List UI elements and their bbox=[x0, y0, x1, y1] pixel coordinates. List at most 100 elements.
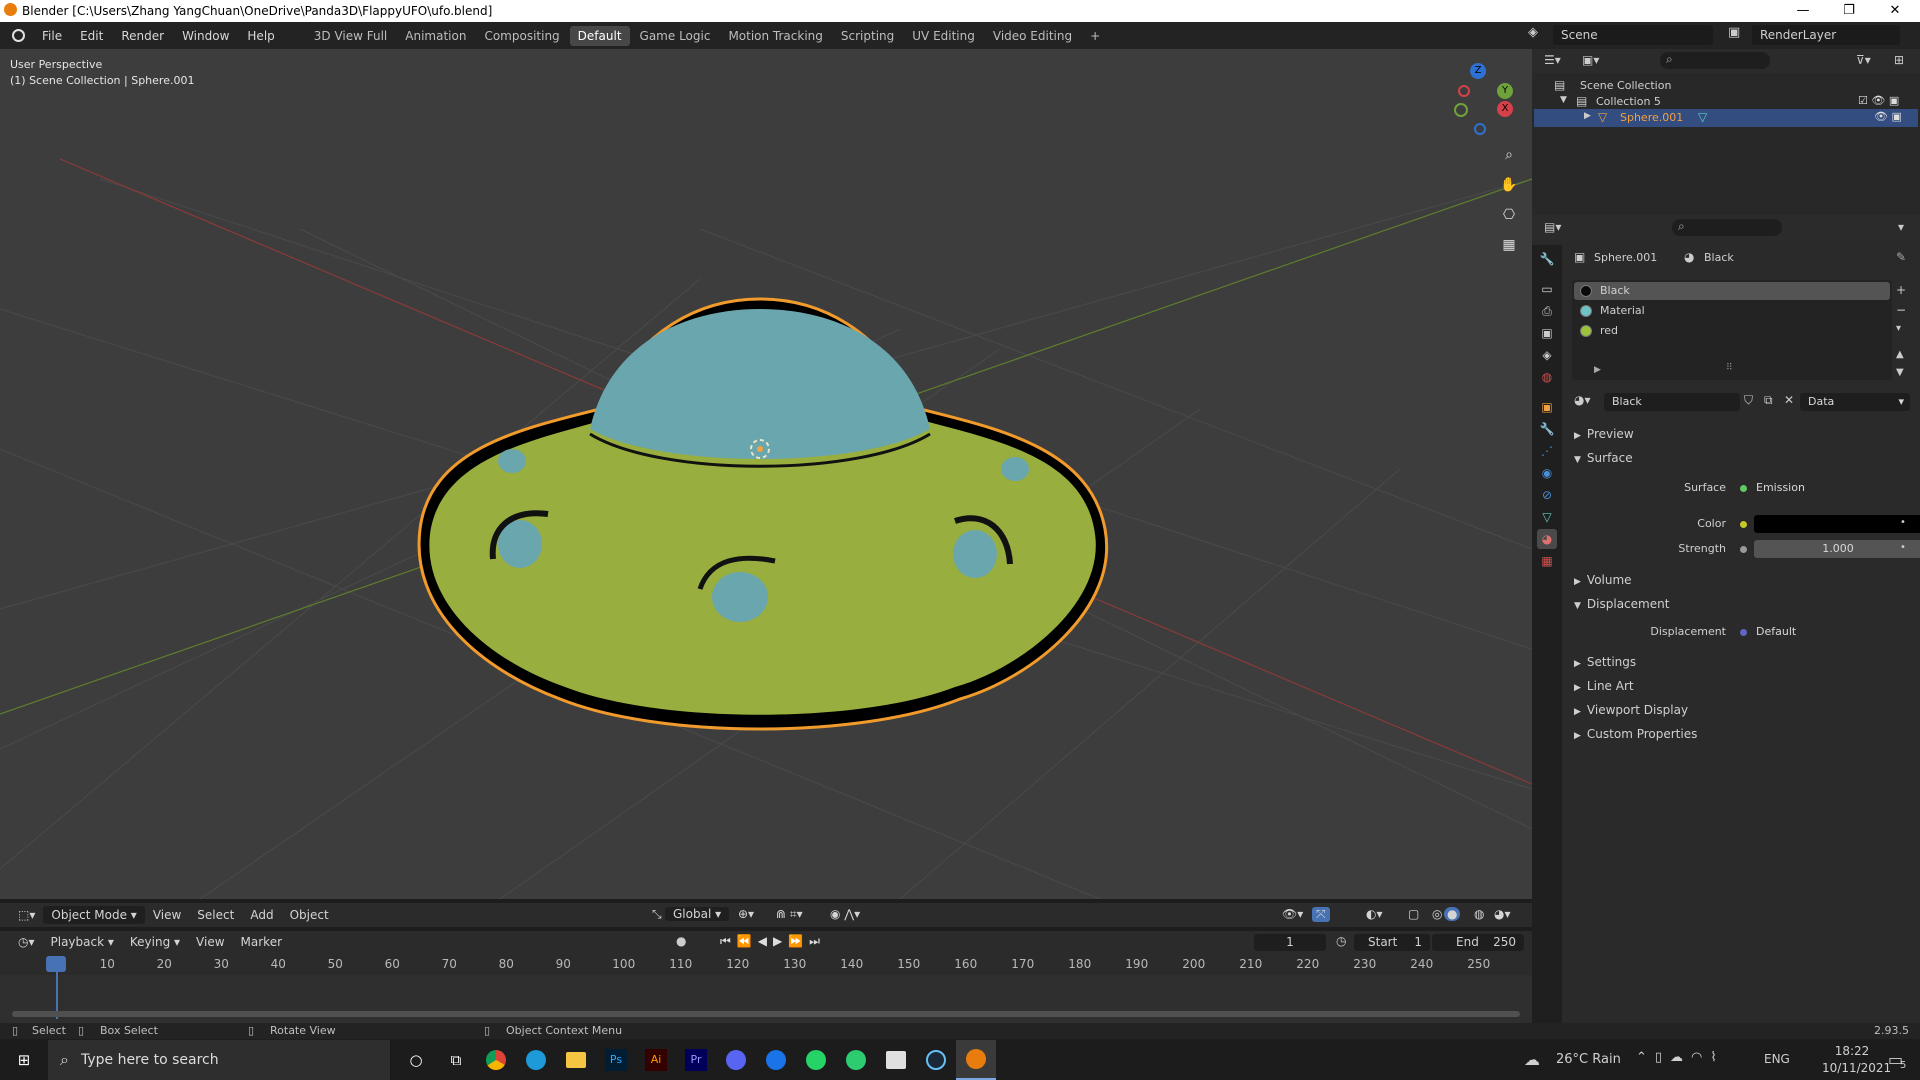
restore-button[interactable]: ❐ bbox=[1826, 0, 1872, 22]
add-workspace-button[interactable]: + bbox=[1082, 26, 1108, 46]
panel-line-art[interactable]: ▶ Line Art bbox=[1574, 679, 1634, 693]
outliner-editor-icon[interactable]: ☰▾ bbox=[1544, 53, 1561, 67]
collection-expand-icon[interactable]: ▼ bbox=[1560, 95, 1567, 105]
object-tab-icon[interactable]: ▣ bbox=[1537, 397, 1557, 417]
menu-view[interactable]: View bbox=[145, 908, 189, 922]
chrome-icon[interactable] bbox=[476, 1040, 516, 1080]
menu-marker[interactable]: Marker bbox=[233, 935, 290, 949]
move-slot-up-button[interactable]: ▲ bbox=[1896, 349, 1904, 360]
remove-slot-button[interactable]: − bbox=[1896, 303, 1906, 317]
tab-game-logic[interactable]: Game Logic bbox=[632, 26, 719, 46]
tab-video-editing[interactable]: Video Editing bbox=[985, 26, 1080, 46]
tab-scripting[interactable]: Scripting bbox=[833, 26, 902, 46]
menu-playback[interactable]: Playback ▾ bbox=[43, 935, 122, 949]
pin-icon[interactable]: ✎ bbox=[1896, 250, 1906, 264]
collection-visibility-icons[interactable]: ☑ 👁 ▣ bbox=[1858, 94, 1899, 107]
outliner-object[interactable]: Sphere.001 bbox=[1620, 111, 1683, 124]
playhead-handle[interactable] bbox=[46, 956, 66, 972]
scene-selector[interactable]: Scene bbox=[1553, 25, 1713, 45]
3d-viewport[interactable]: User Perspective (1) Scene Collection | … bbox=[0, 49, 1532, 899]
strength-slider[interactable]: 1.000 bbox=[1754, 540, 1920, 558]
view-layer-tab-icon[interactable]: ▣ bbox=[1537, 323, 1557, 343]
edge-icon[interactable] bbox=[516, 1040, 556, 1080]
close-button[interactable]: ✕ bbox=[1872, 0, 1918, 22]
menu-select[interactable]: Select bbox=[189, 908, 242, 922]
material-tab-icon[interactable]: ◕ bbox=[1537, 529, 1557, 549]
particles-tab-icon[interactable]: ⋰ bbox=[1537, 441, 1557, 461]
weather-text[interactable]: 26°C Rain bbox=[1556, 1052, 1621, 1067]
illustrator-icon[interactable]: Ai bbox=[636, 1040, 676, 1080]
orientation-dropdown[interactable]: Global ▾ bbox=[665, 907, 730, 921]
visibility-icon[interactable]: 👁▾ bbox=[1274, 907, 1311, 921]
render-tab-icon[interactable]: ▭ bbox=[1537, 279, 1557, 299]
windows-start-icon[interactable]: ⊞ bbox=[0, 1040, 48, 1080]
menu-render[interactable]: Render bbox=[112, 29, 173, 43]
properties-search-input[interactable]: ⌕ bbox=[1672, 219, 1782, 236]
timeline-editor-icon[interactable]: ◷▾ bbox=[10, 935, 43, 949]
panel-preview[interactable]: ▶ Preview bbox=[1574, 427, 1634, 441]
slot-list-expand-icon[interactable]: ▶ bbox=[1594, 365, 1601, 375]
shading-rendered[interactable]: ◕▾ bbox=[1486, 907, 1519, 921]
gizmo-neg-x[interactable] bbox=[1458, 85, 1470, 97]
panel-settings[interactable]: ▶ Settings bbox=[1574, 655, 1636, 669]
start-frame-field[interactable]: Start 1 bbox=[1354, 934, 1430, 951]
move-slot-down-button[interactable]: ▼ bbox=[1896, 367, 1904, 378]
panel-displacement[interactable]: ▼ Displacement bbox=[1574, 597, 1669, 611]
current-frame-field[interactable]: 1 bbox=[1254, 934, 1326, 951]
panel-custom-properties[interactable]: ▶ Custom Properties bbox=[1574, 727, 1697, 741]
camera-icon[interactable]: ⎔ bbox=[1498, 204, 1520, 226]
playback-controls[interactable]: ⏮⏪◀▶⏩⏭ bbox=[720, 934, 826, 949]
modifier-tab-icon[interactable]: 🔧 bbox=[1537, 419, 1557, 439]
photoshop-icon[interactable]: Ps bbox=[596, 1040, 636, 1080]
snap-icon[interactable]: ⋒ ⌗▾ bbox=[768, 907, 811, 922]
zoom-icon[interactable]: ⌕ bbox=[1498, 144, 1520, 166]
display-mode-icon[interactable]: ▣▾ bbox=[1582, 53, 1599, 67]
slot-list-resize-handle[interactable]: ⠿ bbox=[1726, 363, 1733, 373]
tab-3d-view-full[interactable]: 3D View Full bbox=[306, 26, 396, 46]
tab-default[interactable]: Default bbox=[569, 25, 630, 46]
overlays-toggle[interactable]: ◐▾ bbox=[1358, 907, 1391, 921]
menu-file[interactable]: File bbox=[33, 29, 71, 43]
material-name-field[interactable]: Black bbox=[1604, 393, 1740, 411]
gizmo-x-axis[interactable]: X bbox=[1497, 101, 1513, 117]
material-browse-button[interactable]: ◕▾ bbox=[1574, 393, 1591, 407]
discord-icon[interactable] bbox=[716, 1040, 756, 1080]
strength-keyframe-dot[interactable]: • bbox=[1900, 542, 1906, 553]
menu-help[interactable]: Help bbox=[238, 29, 283, 43]
displacement-field[interactable]: Default bbox=[1734, 623, 1902, 641]
duplicate-material-icon[interactable]: ⧉ bbox=[1764, 393, 1773, 408]
proportional-edit-icon[interactable]: ◉ ⋀▾ bbox=[822, 907, 868, 921]
surface-shader-field[interactable]: Emission bbox=[1734, 479, 1902, 497]
menu-keying[interactable]: Keying ▾ bbox=[122, 935, 188, 949]
record-icon[interactable]: ● bbox=[676, 934, 686, 948]
constraints-tab-icon[interactable]: ⊘ bbox=[1537, 485, 1557, 505]
tray-icons[interactable]: ⌃▯☁◠⌇ bbox=[1636, 1050, 1725, 1065]
outliner-collection[interactable]: Collection 5 bbox=[1596, 95, 1661, 108]
blender-menu-icon[interactable] bbox=[12, 29, 25, 42]
premiere-icon[interactable]: Pr bbox=[676, 1040, 716, 1080]
task-view-icon[interactable]: ⧉ bbox=[436, 1040, 476, 1080]
object-expand-icon[interactable]: ▶ bbox=[1584, 111, 1591, 121]
minimize-button[interactable]: — bbox=[1780, 0, 1826, 22]
new-collection-icon[interactable]: ⊞ bbox=[1894, 53, 1904, 67]
output-tab-icon[interactable]: ⎙ bbox=[1537, 301, 1557, 321]
scene-tab-icon[interactable]: ◈ bbox=[1537, 345, 1557, 365]
outliner-scene-collection[interactable]: Scene Collection bbox=[1580, 79, 1671, 92]
outliner-search-input[interactable]: ⌕ bbox=[1660, 52, 1770, 69]
slot-specials-button[interactable]: ▾ bbox=[1896, 323, 1901, 334]
unlink-material-icon[interactable]: ✕ bbox=[1784, 393, 1794, 407]
object-mode-dropdown[interactable]: Object Mode ▾ bbox=[43, 906, 145, 924]
outliner-selected-row[interactable]: ▶ ▽ Sphere.001 ▽ 👁 ▣ bbox=[1534, 109, 1918, 127]
menu-window[interactable]: Window bbox=[173, 29, 238, 43]
clock-time[interactable]: 18:22 bbox=[1822, 1044, 1882, 1058]
mesh-data-tab-icon[interactable]: ▽ bbox=[1537, 507, 1557, 527]
tab-compositing[interactable]: Compositing bbox=[476, 26, 567, 46]
language-indicator[interactable]: ENG bbox=[1764, 1052, 1790, 1066]
clock-date[interactable]: 10/11/2021 bbox=[1822, 1061, 1891, 1075]
menu-add[interactable]: Add bbox=[242, 908, 281, 922]
timeline-scrollbar[interactable] bbox=[12, 1011, 1520, 1017]
material-slot-material[interactable]: Material bbox=[1574, 302, 1890, 320]
app-blue-icon[interactable] bbox=[756, 1040, 796, 1080]
pan-hand-icon[interactable]: ✋ bbox=[1498, 174, 1520, 196]
fake-user-icon[interactable]: ⛉ bbox=[1744, 393, 1753, 408]
